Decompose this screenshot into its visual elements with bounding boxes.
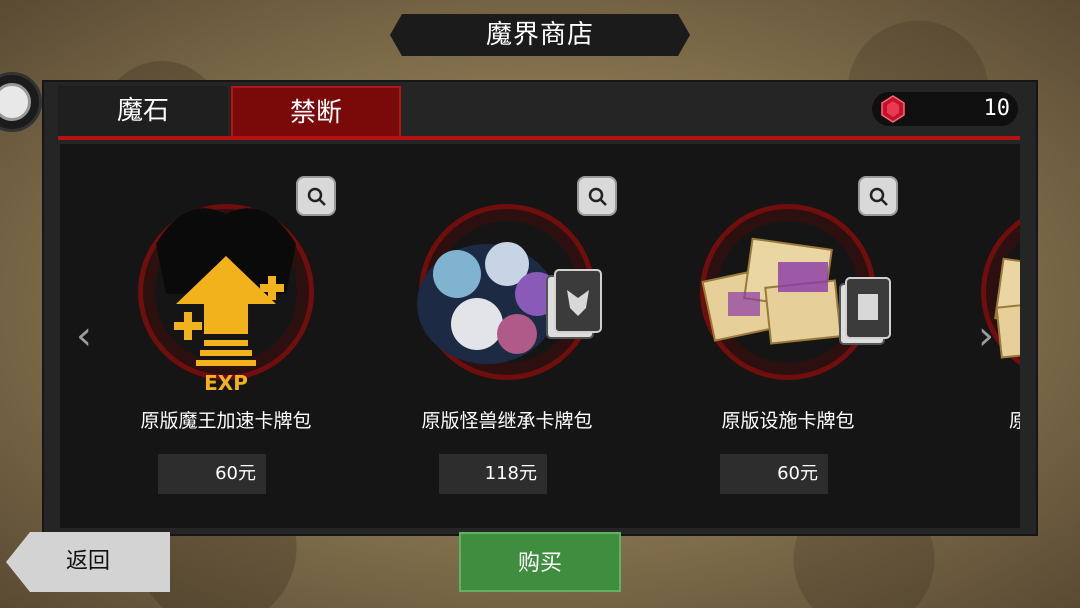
zoom-button[interactable] (577, 176, 617, 216)
red-gem-icon (881, 95, 905, 123)
zoom-button[interactable] (296, 176, 336, 216)
price-tag: 60元 (158, 454, 266, 494)
product-name: 原 (1009, 410, 1020, 432)
product-name: 原版魔王加速卡牌包 (140, 410, 312, 432)
shop-tabs: 魔石 禁断 (58, 86, 401, 136)
scroll-pile-icon (701, 237, 891, 345)
search-icon (588, 187, 607, 206)
product-card[interactable]: EXP 原版魔王加速卡牌包 60元 (96, 144, 356, 528)
currency-display: 10 (872, 92, 1018, 126)
tab-underline (58, 136, 1020, 140)
back-button[interactable]: 返回 (6, 532, 170, 592)
tab-magic-stone[interactable]: 魔石 (58, 86, 228, 136)
tab-forbidden[interactable]: 禁断 (231, 86, 401, 136)
product-card[interactable]: 原版怪兽继承卡牌包 118元 (377, 144, 637, 528)
buy-button[interactable]: 购买 (459, 532, 621, 592)
scroll-pile-icon (994, 257, 1020, 359)
page-title: 魔界商店 (390, 14, 690, 56)
search-icon (869, 187, 888, 206)
monster-group-icon (417, 242, 602, 364)
chevron-right-icon[interactable]: › (978, 316, 994, 356)
product-name: 原版设施卡牌包 (721, 410, 855, 432)
zoom-button[interactable] (858, 176, 898, 216)
price-tag: 118元 (439, 454, 547, 494)
product-carousel: EXP 原版魔王加速卡牌包 60元 原版怪兽继承卡牌包 118元 原版设施卡牌包… (60, 144, 1020, 528)
search-icon (307, 187, 326, 206)
product-name: 原版怪兽继承卡牌包 (421, 410, 593, 432)
product-card[interactable]: 原版设施卡牌包 60元 (658, 144, 918, 528)
svg-text:EXP: EXP (204, 371, 248, 395)
chevron-left-icon[interactable]: ‹ (76, 316, 92, 356)
currency-count: 10 (983, 96, 1011, 121)
exp-up-icon: EXP (156, 208, 296, 395)
price-tag: 60元 (720, 454, 828, 494)
